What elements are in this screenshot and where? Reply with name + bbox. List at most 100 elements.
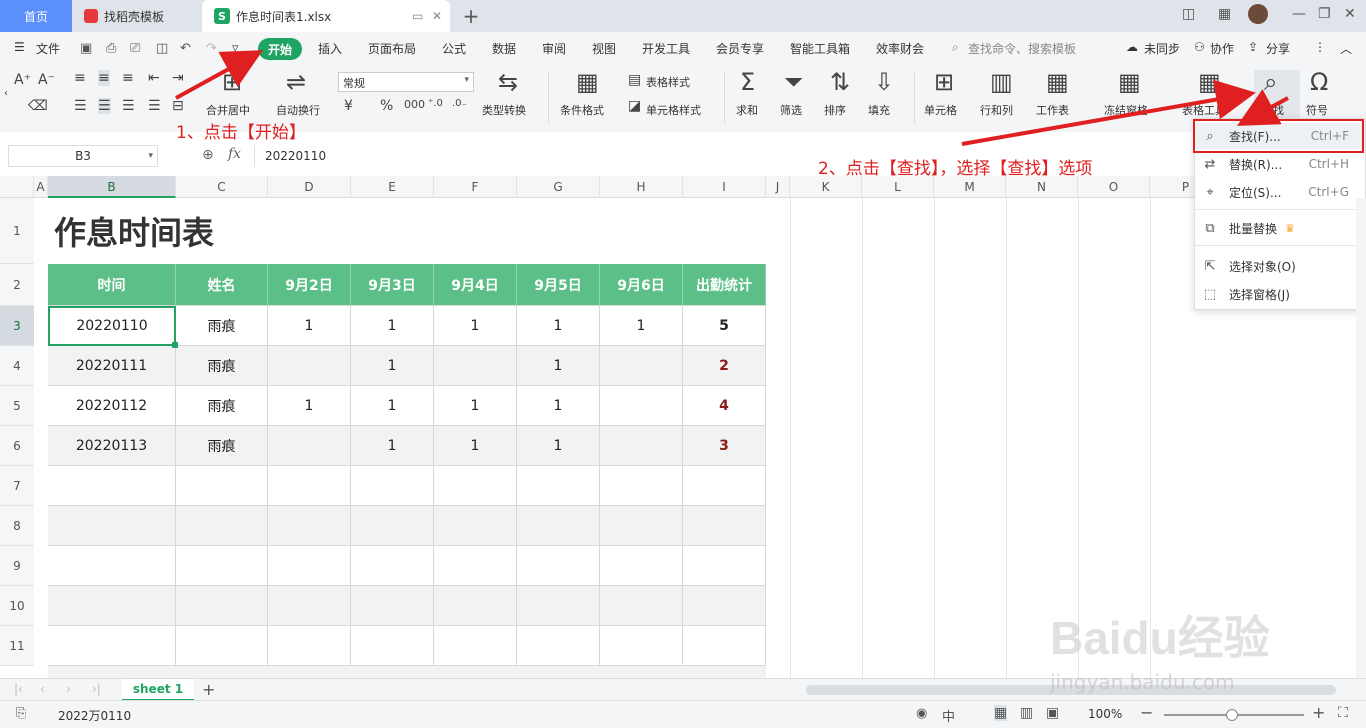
decrease-font-icon[interactable]: A⁻ — [38, 72, 55, 88]
empty-cell[interactable] — [683, 546, 766, 586]
indent-decrease-icon[interactable]: ⇤ — [148, 70, 160, 86]
tab-member[interactable]: 会员专享 — [716, 40, 764, 57]
empty-cell[interactable] — [351, 506, 434, 546]
next-sheet-icon[interactable]: › — [66, 682, 71, 696]
eye-icon[interactable]: ◉ — [916, 706, 927, 721]
table-header-cell[interactable]: 9月2日 — [268, 264, 351, 306]
table-cell[interactable]: 雨痕 — [176, 426, 268, 466]
save-icon[interactable]: ▣ — [80, 41, 92, 56]
menu-item-select-pane[interactable]: ⬚ 选择窗格(J) — [1195, 281, 1365, 307]
table-tools-button[interactable]: 表格工具 — [1182, 102, 1226, 118]
table-cell[interactable]: 1 — [351, 386, 434, 426]
sum-button[interactable]: 求和 — [736, 102, 758, 118]
table-cell[interactable]: 1 — [351, 346, 434, 386]
row-header[interactable]: 2 — [0, 264, 34, 306]
normal-view-icon[interactable]: ▦ — [994, 705, 1008, 721]
fullscreen-icon[interactable]: ⛶ — [1338, 705, 1348, 721]
tab-smart-toolbox[interactable]: 智能工具箱 — [790, 40, 850, 57]
wrap-text-button[interactable]: 自动换行 — [276, 102, 320, 118]
empty-cell[interactable] — [434, 586, 517, 626]
empty-cell[interactable] — [268, 626, 351, 666]
table-cell[interactable]: 1 — [517, 346, 600, 386]
hamburger-icon[interactable]: ☰ — [14, 40, 25, 54]
column-header[interactable]: G — [517, 176, 600, 198]
number-format-select[interactable]: 常规 — [338, 72, 474, 92]
distribute-icon[interactable]: ⊟ — [172, 98, 184, 114]
macro-icon[interactable]: ⎘ — [16, 706, 26, 721]
empty-cell[interactable] — [683, 626, 766, 666]
table-cell[interactable] — [434, 346, 517, 386]
collapse-ribbon-icon[interactable]: ︿ — [1340, 40, 1352, 57]
table-cell[interactable]: 1 — [517, 386, 600, 426]
empty-cell[interactable] — [268, 546, 351, 586]
empty-cell[interactable] — [600, 466, 683, 506]
column-header[interactable]: D — [268, 176, 351, 198]
column-header[interactable]: J — [766, 176, 790, 198]
empty-cell[interactable] — [517, 626, 600, 666]
fill-button[interactable]: 填充 — [868, 102, 890, 118]
menu-item-batch-replace[interactable]: ⧉ 批量替换 ♛ — [1195, 215, 1365, 241]
clear-format-icon[interactable]: ⌫ — [28, 98, 48, 114]
row-header[interactable]: 10 — [0, 586, 34, 626]
tab-view[interactable]: 视图 — [592, 40, 616, 57]
quick-access-more-icon[interactable]: ▿ — [232, 41, 239, 56]
name-box[interactable]: B3 — [8, 145, 158, 167]
more-icon[interactable]: ⋮ — [1314, 40, 1326, 54]
tab-developer[interactable]: 开发工具 — [642, 40, 690, 57]
sort-button[interactable]: 排序 — [824, 102, 846, 118]
table-cell[interactable]: 5 — [683, 306, 766, 346]
avatar[interactable] — [1248, 4, 1268, 24]
menu-item-replace[interactable]: ⇄ 替换(R)... Ctrl+H — [1195, 151, 1365, 177]
print-preview-icon[interactable]: ◫ — [156, 41, 168, 56]
column-header[interactable]: B — [48, 176, 176, 198]
row-header[interactable]: 6 — [0, 426, 34, 466]
table-cell[interactable]: 雨痕 — [176, 306, 268, 346]
menu-item-select-objects[interactable]: ⇱ 选择对象(O) — [1195, 253, 1365, 279]
decrease-decimal-icon[interactable]: .0₋ — [452, 98, 467, 109]
column-header[interactable]: C — [176, 176, 268, 198]
table-cell[interactable]: 20220111 — [48, 346, 176, 386]
redo-icon[interactable]: ↷ — [206, 41, 217, 56]
prev-sheet-icon[interactable]: ‹ — [40, 682, 45, 696]
table-cell[interactable]: 1 — [268, 386, 351, 426]
empty-cell[interactable] — [434, 466, 517, 506]
zoom-slider-handle[interactable] — [1226, 709, 1238, 721]
layout-icon[interactable]: ◫ — [1182, 6, 1195, 22]
row-col-button[interactable]: 行和列 — [980, 102, 1013, 118]
column-header[interactable]: N — [1006, 176, 1078, 198]
chinese-input-icon[interactable]: 中 — [942, 706, 955, 725]
empty-cell[interactable] — [176, 586, 268, 626]
table-header-cell[interactable]: 时间 — [48, 264, 176, 306]
align-right-icon[interactable]: ☰ — [122, 98, 135, 114]
filter-button[interactable]: 筛选 — [780, 102, 802, 118]
indent-increase-icon[interactable]: ⇥ — [172, 70, 184, 86]
table-cell[interactable]: 1 — [600, 306, 683, 346]
row-header[interactable]: 11 — [0, 626, 34, 666]
table-cell-selected[interactable]: 20220110 — [48, 306, 176, 346]
freeze-pane-button[interactable]: 冻结窗格 — [1104, 102, 1148, 118]
tab-finance[interactable]: 效率财会 — [876, 40, 924, 57]
tab-page-layout[interactable]: 页面布局 — [368, 40, 416, 57]
table-cell[interactable]: 雨痕 — [176, 346, 268, 386]
empty-cell[interactable] — [48, 506, 176, 546]
formula-input[interactable]: 20220110 — [254, 145, 1354, 167]
column-header[interactable]: A — [34, 176, 48, 198]
empty-cell[interactable] — [268, 466, 351, 506]
column-header[interactable]: M — [934, 176, 1006, 198]
table-header-cell[interactable]: 9月5日 — [517, 264, 600, 306]
close-tab-icon[interactable]: ✕ — [432, 9, 442, 23]
empty-cell[interactable] — [351, 546, 434, 586]
column-header[interactable]: K — [790, 176, 862, 198]
currency-icon[interactable]: ¥ — [344, 98, 353, 114]
ribbon-scroll-left-icon[interactable]: ‹ — [4, 88, 8, 99]
tab-formula[interactable]: 公式 — [442, 40, 466, 57]
zoom-formula-icon[interactable]: ⊕ — [202, 147, 214, 163]
empty-cell[interactable] — [517, 466, 600, 506]
empty-cell[interactable] — [517, 506, 600, 546]
row-header[interactable]: 4 — [0, 346, 34, 386]
align-bottom-icon[interactable]: ≡ — [122, 70, 134, 86]
print-icon[interactable]: ⎚ — [130, 41, 140, 56]
empty-cell[interactable] — [48, 546, 176, 586]
column-header[interactable]: O — [1078, 176, 1150, 198]
type-convert-button[interactable]: 类型转换 — [482, 102, 526, 118]
